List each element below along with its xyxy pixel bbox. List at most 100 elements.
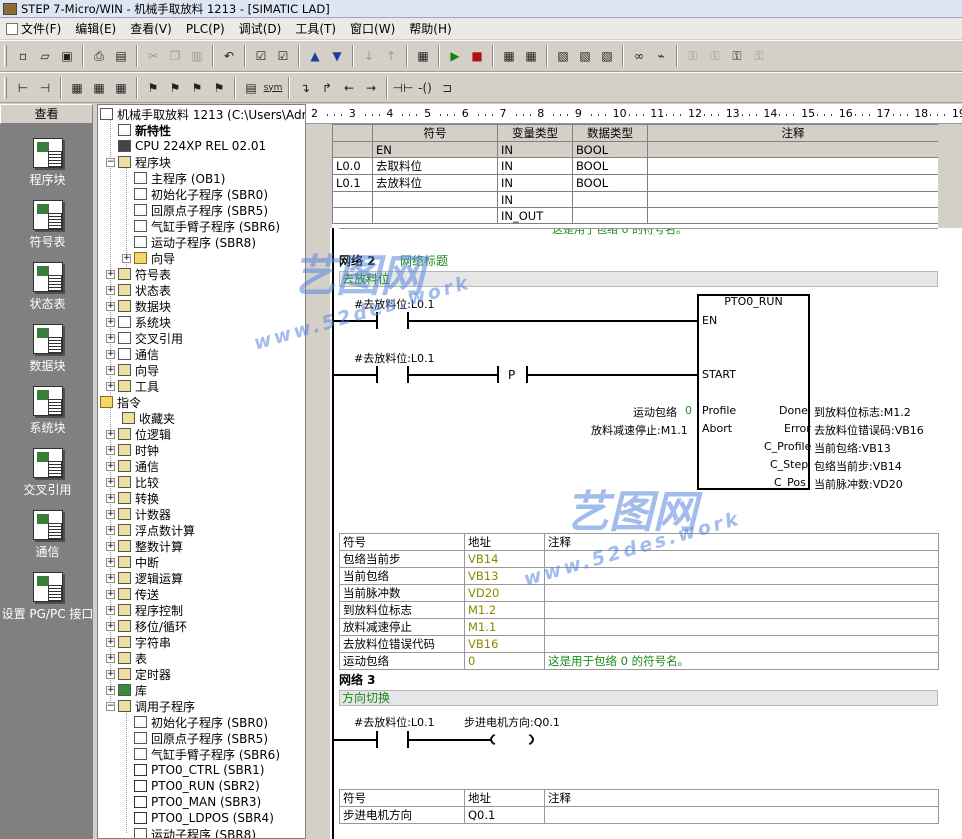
expand-icon[interactable]: + xyxy=(106,685,115,695)
expand-icon[interactable]: + xyxy=(106,557,115,567)
sort-ascending-icon[interactable]: ↓ xyxy=(359,46,379,66)
var-header-var-type[interactable]: 变量类型 xyxy=(497,124,573,142)
var-data-type[interactable] xyxy=(572,207,648,224)
table-row[interactable]: 步进电机方向 Q0.1 xyxy=(339,806,939,824)
output-c-pos[interactable]: 当前脉冲数:VD20 xyxy=(814,476,903,492)
tree-shift-rotate[interactable]: + 移位/循环 xyxy=(106,618,187,634)
write-all-icon[interactable]: ▧ xyxy=(597,46,617,66)
unforce-icon[interactable]: ⚿ xyxy=(705,46,725,66)
var-data-type[interactable]: BOOL xyxy=(572,141,648,158)
symbol-info-icon[interactable]: sym xyxy=(263,78,283,98)
tree-sbr0[interactable]: 初始化子程序 (SBR0) xyxy=(134,186,268,202)
nav-data-block[interactable]: 数据块 xyxy=(0,324,95,374)
var-data-type[interactable]: BOOL xyxy=(572,174,648,192)
menu-edit[interactable]: 编辑(E) xyxy=(75,20,116,37)
expand-icon[interactable]: + xyxy=(122,253,131,263)
trend-view-icon[interactable]: ⌁ xyxy=(651,46,671,66)
tree-call-sbr3[interactable]: PTO0_MAN (SBR3) xyxy=(134,794,261,810)
network-3-title[interactable]: 网络 3 xyxy=(339,671,376,688)
toggle-symbol-icon[interactable]: ▦ xyxy=(89,78,109,98)
var-comment[interactable] xyxy=(647,207,938,224)
cut-icon[interactable]: ✂ xyxy=(143,46,163,66)
tree-symbol-table[interactable]: + 符号表 xyxy=(106,266,171,282)
bookmark-clear-icon[interactable]: ⚑ xyxy=(209,78,229,98)
tree-call-sbr2[interactable]: PTO0_RUN (SBR2) xyxy=(134,778,260,794)
var-type[interactable]: IN xyxy=(497,174,573,192)
expand-icon[interactable]: + xyxy=(106,589,115,599)
input-abort[interactable]: 放料减速停止:M1.1 xyxy=(591,422,688,438)
expand-icon[interactable]: + xyxy=(106,525,115,535)
table-row[interactable]: 运动包络 0 这是用于包络 0 的符号名。 xyxy=(339,652,939,670)
tree-cpu[interactable]: CPU 224XP REL 02.01 xyxy=(118,138,266,154)
var-data-type[interactable] xyxy=(572,191,648,208)
nav-program-block[interactable]: 程序块 xyxy=(0,138,95,188)
network-2-title[interactable]: 网络 2 xyxy=(339,252,376,269)
var-comment[interactable] xyxy=(647,174,938,192)
menu-help[interactable]: 帮助(H) xyxy=(409,20,451,37)
insert-network-icon[interactable]: ⊢ xyxy=(13,78,33,98)
document-icon[interactable] xyxy=(6,22,18,35)
tree-tools[interactable]: + 工具 xyxy=(106,378,159,394)
coil-symbol[interactable] xyxy=(490,730,534,749)
apply-symbols-icon[interactable]: ▤ xyxy=(241,78,261,98)
bookmark-toggle-icon[interactable]: ⚑ xyxy=(143,78,163,98)
tree-timer[interactable]: + 定时器 xyxy=(106,666,171,682)
contact-icon[interactable]: ⊣⊢ xyxy=(393,78,414,98)
menu-view[interactable]: 查看(V) xyxy=(130,20,172,37)
tree-call-sbr4[interactable]: PTO0_LDPOS (SBR4) xyxy=(134,810,274,826)
line-up-icon[interactable]: ↱ xyxy=(317,78,337,98)
expand-icon[interactable]: + xyxy=(106,429,115,439)
program-status-icon[interactable]: ▦ xyxy=(499,46,519,66)
pause-status-icon[interactable]: ▦ xyxy=(521,46,541,66)
glasses-icon[interactable]: ∞ xyxy=(629,46,649,66)
compile-icon[interactable]: ☑ xyxy=(251,46,271,66)
expand-icon[interactable]: + xyxy=(106,573,115,583)
symbol-table-icon[interactable]: ▦ xyxy=(111,78,131,98)
bookmark-next-icon[interactable]: ⚑ xyxy=(165,78,185,98)
tree-library[interactable]: + 库 xyxy=(106,682,147,698)
tree-call-sbr0[interactable]: 初始化子程序 (SBR0) xyxy=(134,714,268,730)
print-icon[interactable]: ⎙ xyxy=(89,46,109,66)
paste-icon[interactable]: ▥ xyxy=(187,46,207,66)
var-symbol[interactable] xyxy=(372,191,498,208)
var-comment[interactable] xyxy=(647,157,938,175)
var-header-comment[interactable]: 注释 xyxy=(647,124,938,142)
var-row[interactable]: L0.0 去取料位 IN BOOL xyxy=(332,157,938,175)
tree-convert[interactable]: + 转换 xyxy=(106,490,159,506)
tree-integer-math[interactable]: + 整数计算 xyxy=(106,538,183,554)
toolbar-grip[interactable] xyxy=(4,45,7,67)
var-symbol[interactable]: 去取料位 xyxy=(372,157,498,175)
p-contact-left[interactable] xyxy=(497,366,499,383)
tree-sbr8[interactable]: 运动子程序 (SBR8) xyxy=(134,234,256,250)
table-row[interactable]: 当前脉冲数 VD20 xyxy=(339,584,939,602)
expand-icon[interactable]: + xyxy=(106,669,115,679)
undo-icon[interactable]: ↶ xyxy=(219,46,239,66)
nav-set-pg-pc-interface[interactable]: 设置 PG/PC 接口 xyxy=(0,572,95,622)
network-3-comment[interactable]: 方向切换 xyxy=(339,690,938,706)
expand-icon[interactable]: + xyxy=(106,461,115,471)
open-icon[interactable]: ▱ xyxy=(35,46,55,66)
chart-status-icon[interactable]: ▧ xyxy=(553,46,573,66)
var-type[interactable]: IN xyxy=(497,191,573,208)
collapse-icon[interactable]: − xyxy=(106,157,115,167)
table-row[interactable]: 放料减速停止 M1.1 xyxy=(339,618,939,636)
tree-communications[interactable]: + 通信 xyxy=(106,346,159,362)
expand-icon[interactable]: + xyxy=(106,509,115,519)
expand-icon[interactable]: + xyxy=(106,285,115,295)
menu-file[interactable]: 文件(F) xyxy=(21,20,61,37)
print-preview-icon[interactable]: ▤ xyxy=(111,46,131,66)
tree-call-sbr6[interactable]: 气缸手臂子程序 (SBR6) xyxy=(134,746,280,762)
coil-icon[interactable]: -() xyxy=(415,78,435,98)
nav-symbol-table[interactable]: 符号表 xyxy=(0,200,95,250)
var-header-data-type[interactable]: 数据类型 xyxy=(572,124,648,142)
force-icon[interactable]: ⚿ xyxy=(683,46,703,66)
tree-main-ob1[interactable]: 主程序 (OB1) xyxy=(134,170,226,186)
delete-network-icon[interactable]: ⊣ xyxy=(35,78,55,98)
tree-call-subroutine[interactable]: − 调用子程序 xyxy=(106,698,195,714)
tree-status-chart[interactable]: + 状态表 xyxy=(106,282,171,298)
tree-program-control[interactable]: + 程序控制 xyxy=(106,602,183,618)
tree-table[interactable]: + 表 xyxy=(106,650,147,666)
tree-float-math[interactable]: + 浮点数计算 xyxy=(106,522,195,538)
expand-icon[interactable]: + xyxy=(106,621,115,631)
expand-icon[interactable]: + xyxy=(106,317,115,327)
